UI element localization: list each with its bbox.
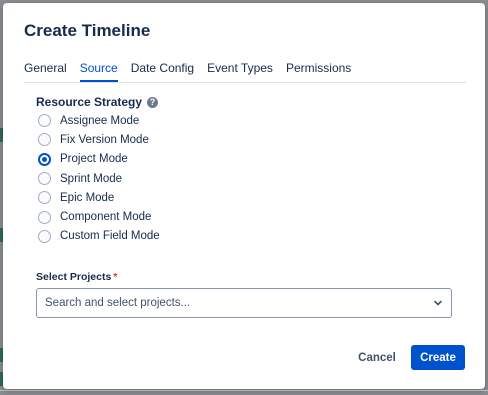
radio-option-epic-mode[interactable]: Epic Mode bbox=[38, 188, 160, 207]
radio-button[interactable] bbox=[38, 210, 51, 224]
required-marker: * bbox=[113, 271, 118, 283]
radio-option-project-mode[interactable]: Project Mode bbox=[38, 150, 160, 169]
radio-label: Fix Version Mode bbox=[60, 133, 149, 146]
help-icon[interactable]: ? bbox=[147, 96, 159, 108]
select-projects-label: Select Projects * bbox=[36, 271, 117, 283]
tab-general[interactable]: General bbox=[24, 60, 67, 82]
radio-button[interactable] bbox=[38, 172, 51, 186]
radio-button-selected[interactable] bbox=[38, 152, 51, 166]
radio-option-sprint-mode[interactable]: Sprint Mode bbox=[38, 169, 160, 188]
radio-option-custom-field-mode[interactable]: Custom Field Mode bbox=[38, 227, 160, 246]
tab-bar: General Source Date Config Event Types P… bbox=[24, 60, 466, 83]
radio-option-component-mode[interactable]: Component Mode bbox=[38, 207, 160, 226]
dialog-title: Create Timeline bbox=[24, 21, 151, 40]
select-projects-dropdown[interactable]: Search and select projects... bbox=[36, 288, 452, 318]
radio-label: Custom Field Mode bbox=[60, 230, 160, 243]
create-button[interactable]: Create bbox=[411, 345, 465, 370]
tab-permissions[interactable]: Permissions bbox=[286, 60, 351, 82]
background-divider bbox=[0, 390, 488, 391]
radio-label: Sprint Mode bbox=[60, 172, 123, 185]
radio-label: Assignee Mode bbox=[60, 114, 140, 127]
resource-strategy-radio-group: Assignee Mode Fix Version Mode Project M… bbox=[38, 111, 160, 246]
radio-option-assignee-mode[interactable]: Assignee Mode bbox=[38, 111, 160, 130]
radio-button[interactable] bbox=[38, 114, 51, 128]
radio-button[interactable] bbox=[38, 133, 51, 147]
resource-strategy-heading: Resource Strategy ? bbox=[36, 95, 159, 109]
radio-button[interactable] bbox=[38, 229, 51, 243]
create-timeline-dialog: Create Timeline General Source Date Conf… bbox=[3, 3, 485, 389]
tab-event-types[interactable]: Event Types bbox=[207, 60, 273, 82]
tab-date-config[interactable]: Date Config bbox=[131, 60, 194, 82]
radio-label: Project Mode bbox=[60, 153, 128, 166]
chevron-down-icon[interactable] bbox=[433, 298, 443, 308]
radio-label: Epic Mode bbox=[60, 191, 115, 204]
select-projects-placeholder: Search and select projects... bbox=[45, 297, 191, 309]
radio-option-fix-version-mode[interactable]: Fix Version Mode bbox=[38, 130, 160, 149]
radio-button[interactable] bbox=[38, 191, 51, 205]
cancel-button[interactable]: Cancel bbox=[353, 346, 401, 370]
resource-strategy-label: Resource Strategy bbox=[36, 95, 143, 109]
radio-label: Component Mode bbox=[60, 211, 152, 224]
select-projects-label-text: Select Projects bbox=[36, 271, 112, 283]
tab-source[interactable]: Source bbox=[79, 60, 118, 82]
